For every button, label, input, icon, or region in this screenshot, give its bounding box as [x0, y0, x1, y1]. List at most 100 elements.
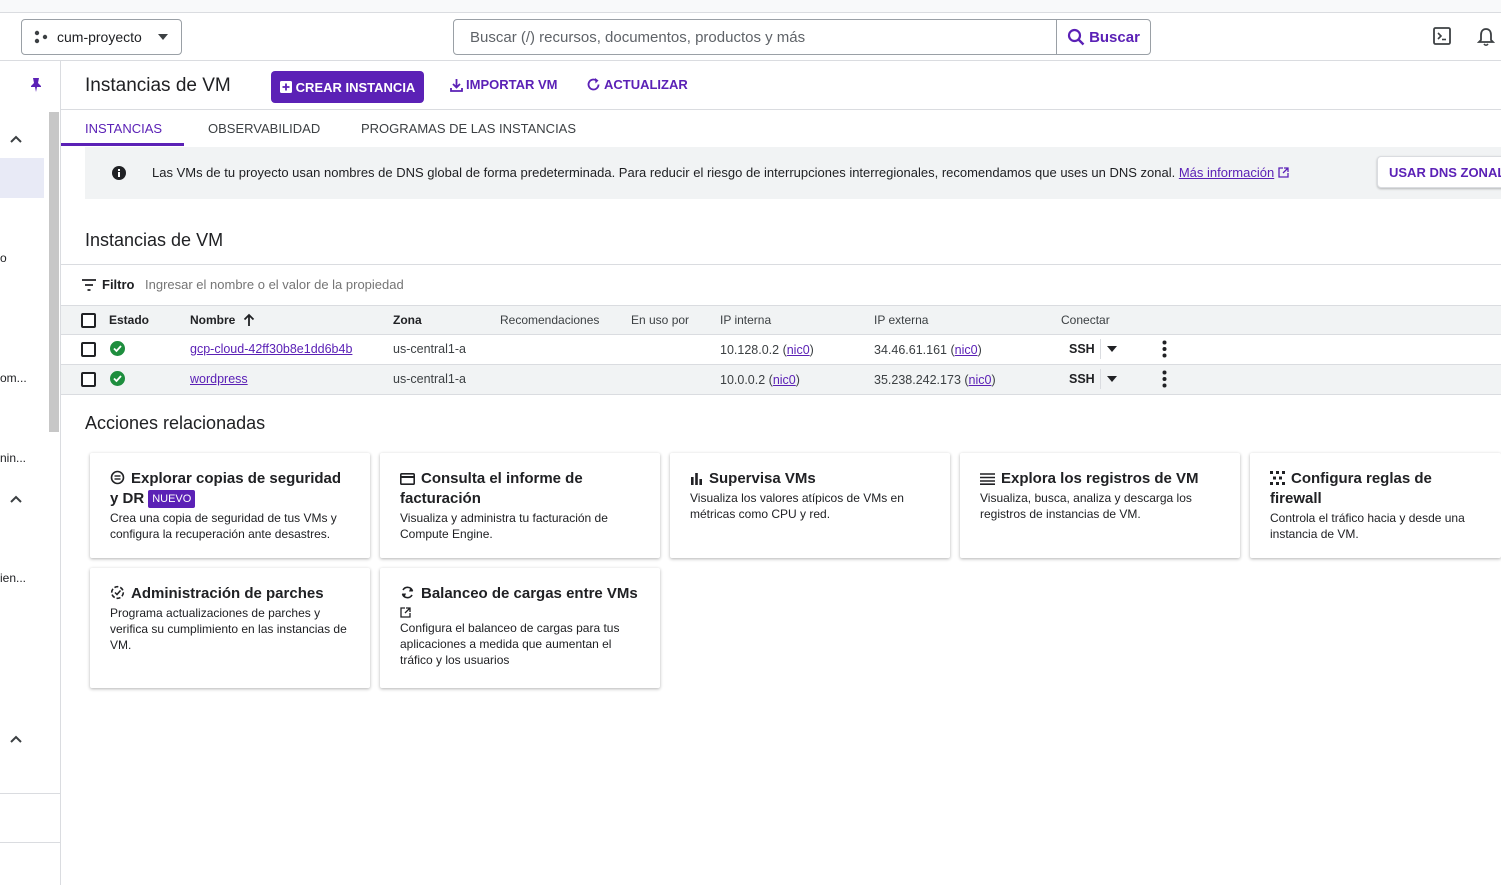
row-checkbox[interactable]	[81, 372, 96, 387]
create-instance-button[interactable]: CREAR INSTANCIA	[271, 71, 424, 103]
project-name: cum-proyecto	[57, 29, 142, 45]
column-name[interactable]: Nombre	[190, 313, 235, 327]
external-ip-cell: 34.46.61.161 (nic0)	[874, 343, 982, 357]
vm-name: gcp-cloud-42ff30b8e1dd6b4b	[190, 342, 353, 356]
card-patch-management[interactable]: Administración de parches Programa actua…	[90, 568, 370, 688]
internal-ip: 10.0.0.2	[720, 373, 766, 387]
search-button[interactable]: Buscar	[1056, 20, 1150, 54]
search-input[interactable]	[454, 20, 1056, 54]
card-description: Configura el balanceo de cargas para tus…	[400, 621, 620, 667]
search-button-label: Buscar	[1089, 28, 1140, 46]
billing-card-icon	[400, 473, 415, 485]
nav-item-label[interactable]: om...	[0, 371, 27, 385]
nav-scrollbar[interactable]	[49, 112, 59, 432]
card-description: Programa actualizaciones de parches y ve…	[110, 606, 347, 652]
card-title: Balanceo de cargas entre VMs	[421, 585, 638, 602]
backup-icon	[110, 470, 125, 485]
tab-instance-schedules[interactable]: PROGRAMAS DE LAS INSTANCIAS	[361, 121, 576, 136]
sort-ascending-icon[interactable]	[243, 313, 255, 327]
select-all-checkbox[interactable]	[81, 313, 96, 328]
add-box-icon	[279, 81, 292, 93]
card-load-balancing[interactable]: Balanceo de cargas entre VMs Configura e…	[380, 568, 660, 688]
ssh-dropdown-icon[interactable]	[1107, 346, 1117, 352]
nav-item-label[interactable]: ien...	[0, 571, 26, 585]
tab-instances[interactable]: INSTANCIAS	[85, 121, 162, 136]
active-tab-indicator	[61, 143, 184, 146]
card-monitor-vms[interactable]: Supervisa VMs Visualiza los valores atíp…	[670, 453, 950, 558]
external-nic-link[interactable]: nic0	[969, 373, 992, 387]
card-backup-dr[interactable]: Explorar copias de seguridad y DR NUEVO C…	[90, 453, 370, 558]
download-icon	[450, 78, 463, 92]
banner-text-wrap: Las VMs de tu proyecto usan nombres de D…	[152, 165, 1289, 180]
refresh-label: ACTUALIZAR	[604, 77, 688, 92]
internal-ip: 10.128.0.2	[720, 343, 780, 357]
card-firewall-rules[interactable]: Configura reglas de firewall Controla el…	[1250, 453, 1501, 558]
notifications-bell-icon[interactable]	[1477, 27, 1495, 47]
page-title: Instancias de VM	[85, 75, 231, 96]
refresh-button[interactable]: ACTUALIZAR	[586, 77, 688, 92]
more-info-link[interactable]: Más información	[1179, 165, 1274, 180]
section-title: Instancias de VM	[85, 230, 224, 250]
bar-chart-icon	[690, 472, 703, 485]
card-vm-logs[interactable]: Explora los registros de VM Visualiza, b…	[960, 453, 1240, 558]
vm-zone: us-central1-a	[393, 372, 466, 386]
tab-observability[interactable]: OBSERVABILIDAD	[208, 121, 320, 136]
ssh-button[interactable]: SSH	[1069, 342, 1095, 356]
filter-input[interactable]	[145, 277, 645, 292]
nav-selected-item[interactable]	[0, 158, 44, 198]
ssh-divider	[1100, 369, 1101, 389]
use-zonal-dns-button[interactable]: USAR DNS ZONAL	[1377, 156, 1501, 188]
more-info-link-label: Más información	[1178, 165, 1275, 180]
external-link-icon	[1278, 167, 1289, 178]
nav-divider	[0, 793, 60, 794]
info-icon	[112, 166, 126, 180]
column-connect[interactable]: Conectar	[1061, 313, 1110, 327]
ssh-dropdown-icon[interactable]	[1107, 376, 1117, 382]
status-running-icon	[110, 371, 125, 386]
nav-collapse-chevron-icon[interactable]	[10, 135, 22, 143]
project-tree-icon	[34, 30, 48, 44]
more-actions-icon[interactable]	[1162, 340, 1167, 358]
column-internal-ip[interactable]: IP interna	[720, 313, 771, 327]
column-external-ip[interactable]: IP externa	[874, 313, 928, 327]
column-status[interactable]: Estado	[109, 313, 149, 327]
external-nic-link[interactable]: nic0	[955, 343, 978, 357]
card-title-wrap: Supervisa VMs	[690, 469, 930, 489]
card-title: Explora los registros de VM	[1001, 470, 1199, 487]
card-title: Supervisa VMs	[709, 470, 816, 487]
nav-item-label[interactable]: o	[0, 251, 7, 265]
nav-item-label[interactable]: nin...	[0, 451, 26, 465]
filter-button[interactable]: Filtro	[82, 277, 135, 292]
internal-nic-link[interactable]: nic0	[773, 373, 796, 387]
card-title-wrap: Configura reglas de firewall	[1270, 469, 1481, 509]
card-title: Administración de parches	[131, 585, 324, 602]
header-divider	[61, 109, 1501, 110]
ssh-divider	[1100, 339, 1101, 359]
import-vm-button[interactable]: IMPORTAR VM	[450, 77, 557, 92]
import-vm-label: IMPORTAR VM	[466, 77, 558, 92]
project-picker[interactable]: cum-proyecto	[21, 19, 182, 55]
cloud-shell-icon[interactable]	[1433, 27, 1451, 45]
vm-name-link[interactable]: gcp-cloud-42ff30b8e1dd6b4b	[190, 342, 352, 356]
column-zone[interactable]: Zona	[393, 313, 422, 327]
vm-name-link[interactable]: wordpress	[190, 372, 248, 386]
new-badge: NUEVO	[148, 490, 196, 508]
filter-label: Filtro	[102, 277, 135, 292]
card-title: Consulta el informe de facturación	[400, 470, 583, 507]
column-recommendations[interactable]: Recomendaciones	[500, 313, 599, 327]
search-box: Buscar	[453, 19, 1151, 55]
nav-collapse-chevron-icon[interactable]	[10, 735, 22, 743]
search-icon	[1067, 28, 1085, 46]
nav-collapse-chevron-icon[interactable]	[10, 495, 22, 503]
internal-nic-link[interactable]: nic0	[787, 343, 810, 357]
ssh-button[interactable]: SSH	[1069, 372, 1095, 386]
refresh-icon	[587, 78, 600, 91]
card-billing-report[interactable]: Consulta el informe de facturación Visua…	[380, 453, 660, 558]
nav-divider	[0, 842, 60, 843]
more-actions-icon[interactable]	[1162, 370, 1167, 388]
pin-icon[interactable]	[30, 77, 42, 93]
external-ip: 34.46.61.161	[874, 343, 947, 357]
column-in-use-by[interactable]: En uso por	[631, 313, 689, 327]
firewall-grid-icon	[1270, 471, 1285, 485]
row-checkbox[interactable]	[81, 342, 96, 357]
